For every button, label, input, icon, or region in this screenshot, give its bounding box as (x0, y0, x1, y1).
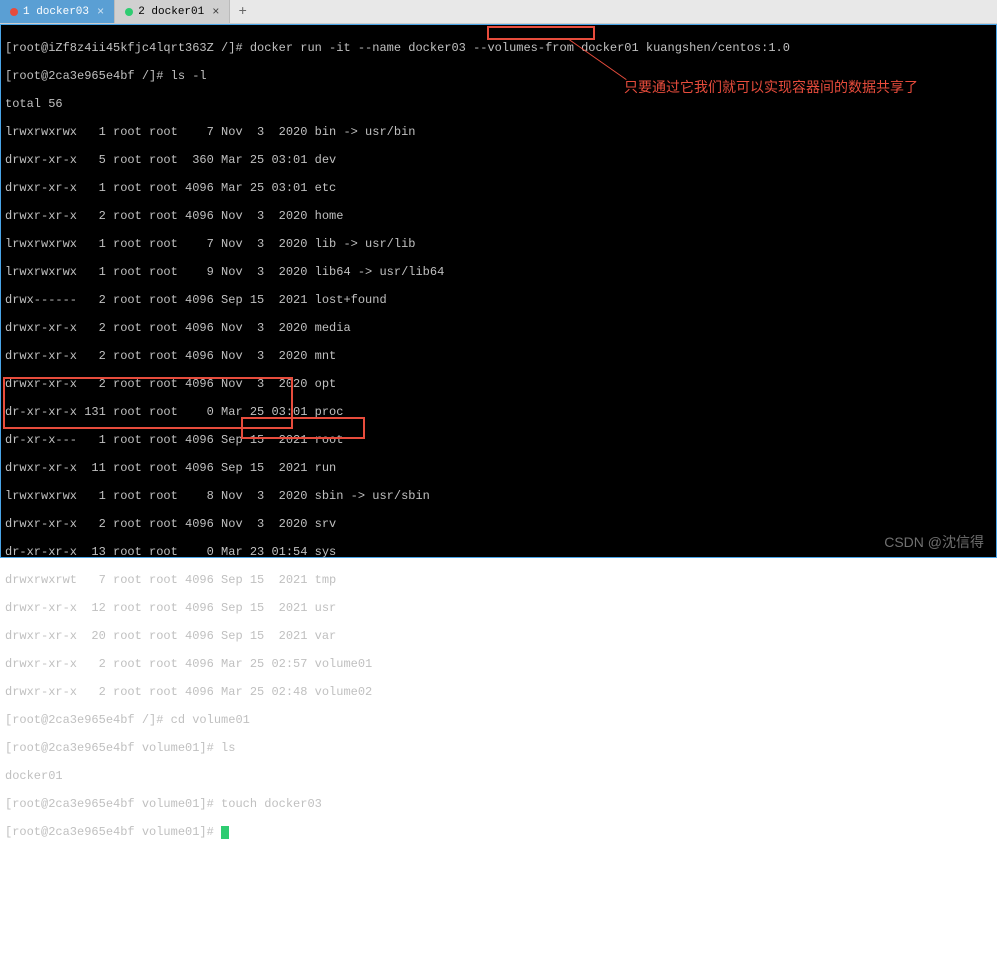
tab-docker01[interactable]: 2 docker01 × (115, 0, 230, 23)
terminal-line: lrwxrwxrwx 1 root root 8 Nov 3 2020 sbin… (5, 489, 992, 503)
terminal-line: drwxr-xr-x 2 root root 4096 Mar 25 02:48… (5, 685, 992, 699)
terminal-line: [root@iZf8z4ii45kfjc4lqrt363Z /]# docker… (5, 41, 992, 55)
terminal-line: [root@2ca3e965e4bf /]# cd volume01 (5, 713, 992, 727)
terminal-line: drwxrwxrwt 7 root root 4096 Sep 15 2021 … (5, 573, 992, 587)
terminal-line: [root@2ca3e965e4bf volume01]# touch dock… (5, 797, 992, 811)
tab-label: 2 docker01 (138, 6, 204, 18)
terminal-line: total 56 (5, 97, 992, 111)
terminal-line: drwxr-xr-x 12 root root 4096 Sep 15 2021… (5, 601, 992, 615)
terminal-line: drwxr-xr-x 2 root root 4096 Mar 25 02:57… (5, 657, 992, 671)
terminal-line: drwxr-xr-x 20 root root 4096 Sep 15 2021… (5, 629, 992, 643)
terminal-line: drwxr-xr-x 5 root root 360 Mar 25 03:01 … (5, 153, 992, 167)
tab-label: 1 docker03 (23, 6, 89, 18)
terminal-line: dr-xr-x--- 1 root root 4096 Sep 15 2021 … (5, 433, 992, 447)
terminal-line: drwx------ 2 root root 4096 Sep 15 2021 … (5, 293, 992, 307)
tab-indicator-icon (125, 8, 133, 16)
tab-indicator-icon (10, 8, 18, 16)
terminal-line: drwxr-xr-x 2 root root 4096 Nov 3 2020 s… (5, 517, 992, 531)
terminal-line: lrwxrwxrwx 1 root root 9 Nov 3 2020 lib6… (5, 265, 992, 279)
watermark: CSDN @沈信得 (884, 535, 984, 549)
terminal-line: drwxr-xr-x 11 root root 4096 Sep 15 2021… (5, 461, 992, 475)
tab-docker03[interactable]: 1 docker03 × (0, 0, 115, 23)
tab-add-button[interactable]: + (230, 2, 254, 22)
terminal-prompt: [root@2ca3e965e4bf volume01]# (5, 825, 992, 839)
terminal-line: drwxr-xr-x 2 root root 4096 Nov 3 2020 o… (5, 377, 992, 391)
terminal-line: lrwxrwxrwx 1 root root 7 Nov 3 2020 lib … (5, 237, 992, 251)
prompt-text: [root@2ca3e965e4bf volume01]# (5, 825, 221, 839)
highlight-box-volumes-from (487, 26, 595, 40)
terminal-line: dr-xr-xr-x 131 root root 0 Mar 25 03:01 … (5, 405, 992, 419)
close-icon[interactable]: × (212, 5, 219, 19)
terminal-line: [root@2ca3e965e4bf volume01]# ls (5, 741, 992, 755)
tab-bar: 1 docker03 × 2 docker01 × + (0, 0, 997, 24)
terminal-line: drwxr-xr-x 2 root root 4096 Nov 3 2020 m… (5, 321, 992, 335)
close-icon[interactable]: × (97, 5, 104, 19)
terminal-output: docker01 (5, 769, 992, 783)
terminal-line: dr-xr-xr-x 13 root root 0 Mar 23 01:54 s… (5, 545, 992, 559)
terminal-line: lrwxrwxrwx 1 root root 7 Nov 3 2020 bin … (5, 125, 992, 139)
terminal-line: drwxr-xr-x 1 root root 4096 Mar 25 03:01… (5, 181, 992, 195)
cursor-icon (221, 826, 229, 839)
annotation-text: 只要通过它我们就可以实现容器间的数据共享了 (624, 80, 918, 94)
terminal-line: drwxr-xr-x 2 root root 4096 Nov 3 2020 h… (5, 209, 992, 223)
terminal[interactable]: [root@iZf8z4ii45kfjc4lqrt363Z /]# docker… (0, 24, 997, 558)
terminal-line: drwxr-xr-x 2 root root 4096 Nov 3 2020 m… (5, 349, 992, 363)
